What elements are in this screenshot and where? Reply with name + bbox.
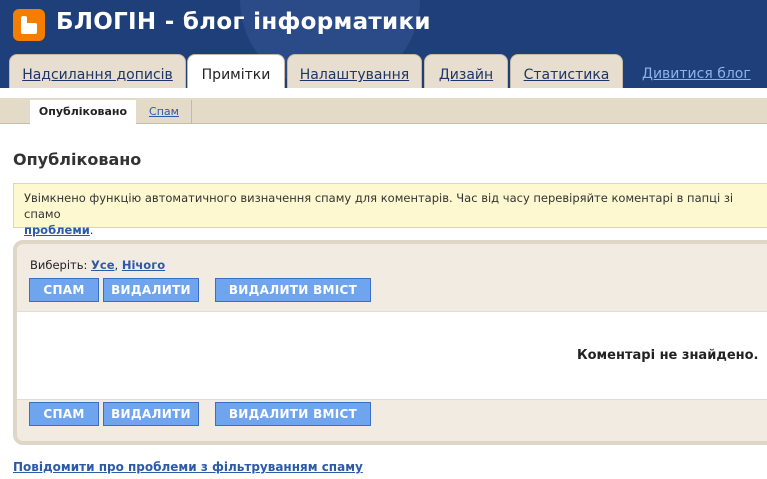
app-header: БЛОГІН - блог інформатики Надсилання доп…	[0, 0, 767, 88]
notice-tail: .	[89, 223, 94, 237]
spam-notice: Увімкнено функцію автоматичного визначен…	[13, 183, 767, 237]
tab-stats[interactable]: Статистика	[510, 54, 623, 88]
sub-navigation: Опубліковано Спам	[0, 98, 767, 124]
select-separator: ,	[114, 258, 122, 272]
tab-design[interactable]: Дизайн	[424, 54, 508, 88]
select-all-link[interactable]: Усе	[91, 258, 114, 272]
empty-message: Коментарі не знайдено.	[577, 348, 759, 363]
view-blog-link[interactable]: Дивитися блог	[642, 66, 751, 82]
delete-content-button-top[interactable]: ВИДАЛИТИ ВМІСТ	[215, 278, 371, 302]
delete-button-bottom[interactable]: ВИДАЛИТИ	[103, 402, 199, 426]
spam-button-bottom[interactable]: СПАМ	[29, 402, 99, 426]
comments-list: Коментарі не знайдено.	[17, 311, 767, 400]
subtab-published[interactable]: Опубліковано	[30, 100, 136, 124]
report-spam-problem-link[interactable]: Повідомити про проблеми з фільтруванням …	[13, 460, 363, 474]
delete-content-button-bottom[interactable]: ВИДАЛИТИ ВМІСТ	[215, 402, 371, 426]
notice-problems-link[interactable]: проблеми	[24, 223, 90, 237]
tab-posting[interactable]: Надсилання дописів	[9, 54, 186, 88]
spam-button-top[interactable]: СПАМ	[29, 278, 99, 302]
delete-button-top[interactable]: ВИДАЛИТИ	[103, 278, 199, 302]
select-label: Виберіть:	[30, 258, 92, 272]
page-title: Опубліковано	[13, 150, 142, 169]
comments-panel: Виберіть: Усе, Нічого СПАМ ВИДАЛИТИ ВИДА…	[13, 240, 767, 445]
notice-text: Увімкнено функцію автоматичного визначен…	[24, 191, 734, 221]
tab-settings[interactable]: Налаштування	[287, 54, 422, 88]
subtab-spam[interactable]: Спам	[137, 100, 192, 124]
select-none-link[interactable]: Нічого	[122, 258, 165, 272]
tab-comments[interactable]: Примітки	[187, 54, 285, 88]
blog-title: БЛОГІН - блог інформатики	[56, 9, 431, 35]
blogger-logo-icon[interactable]	[13, 9, 45, 41]
select-row: Виберіть: Усе, Нічого	[30, 258, 165, 272]
